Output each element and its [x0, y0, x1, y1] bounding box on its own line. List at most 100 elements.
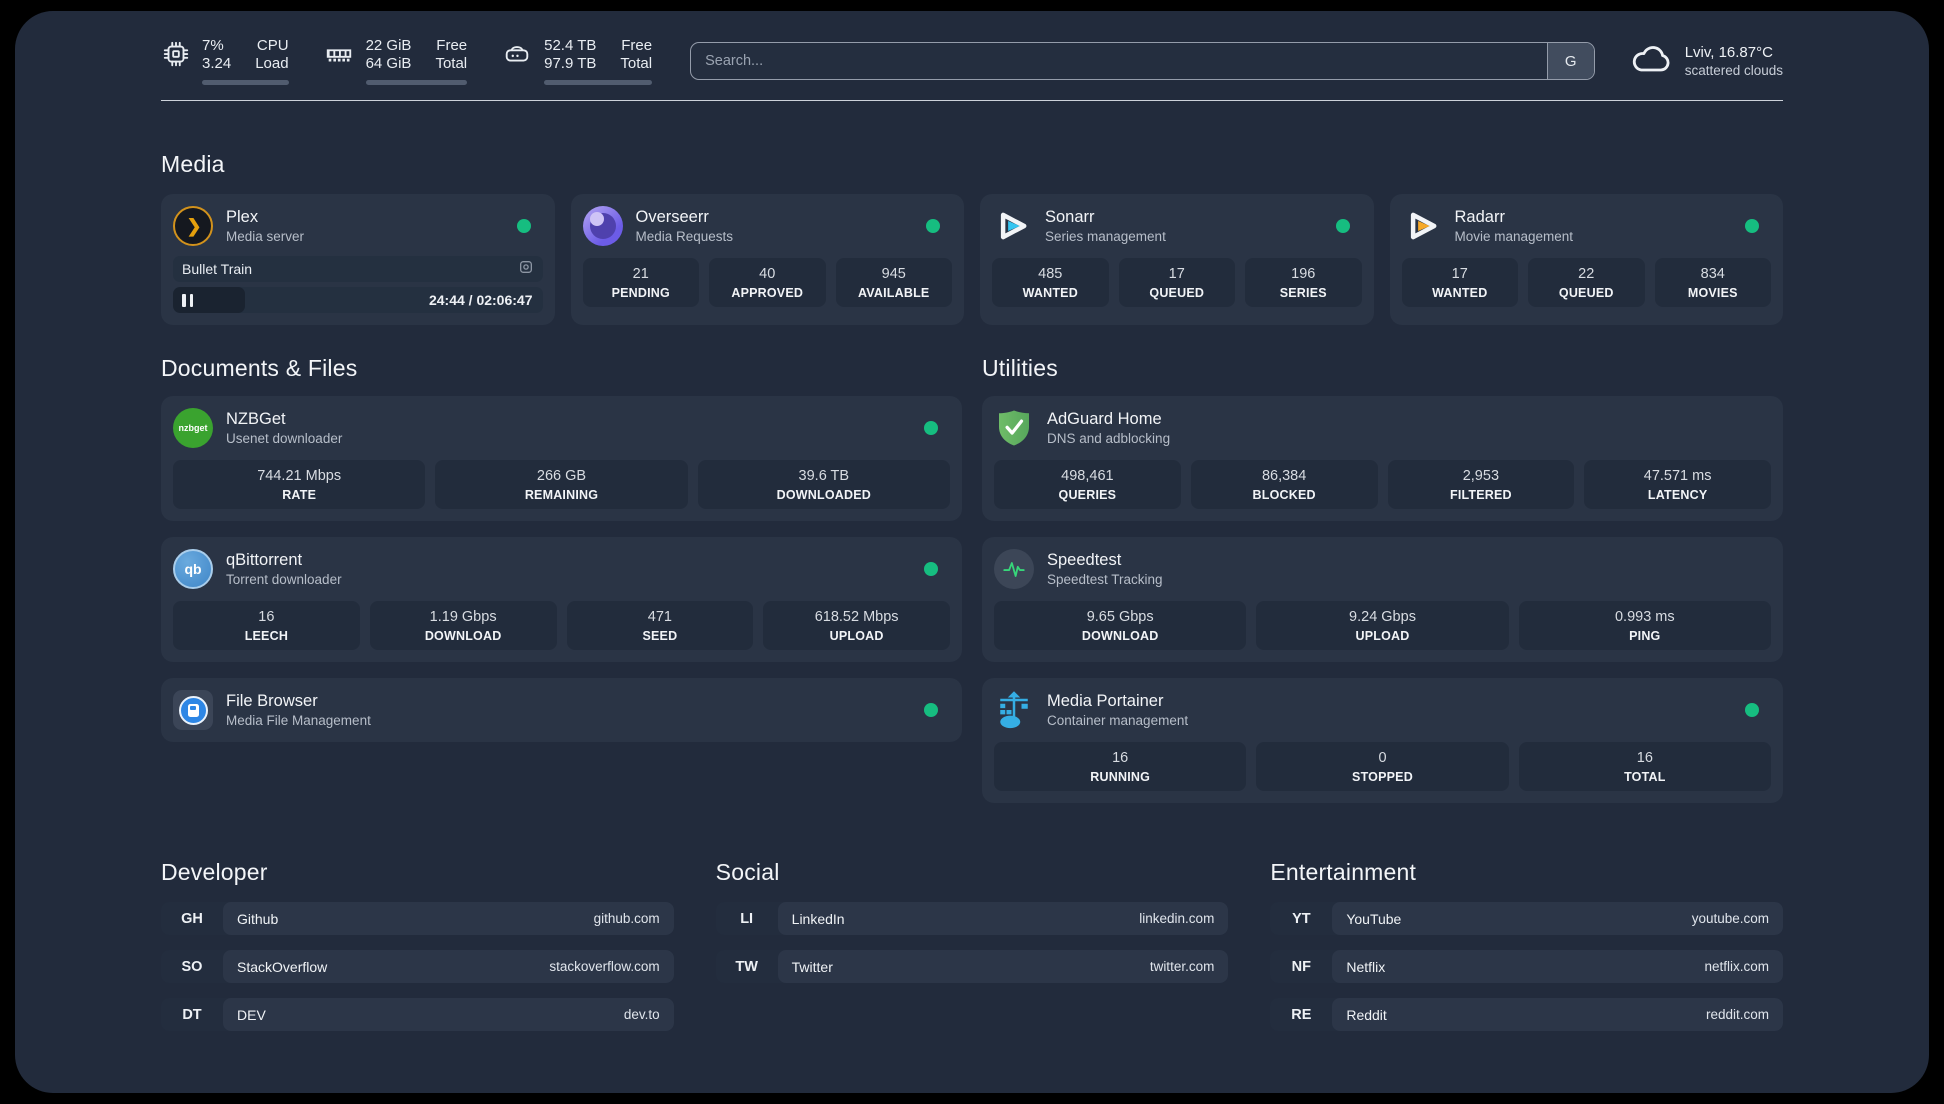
search-engine-badge[interactable]: G: [1546, 43, 1594, 79]
stat-label: SERIES: [1279, 286, 1327, 300]
radarr-subtitle: Movie management: [1454, 229, 1574, 244]
plex-progress-bar[interactable]: 24:44 / 02:06:47: [173, 287, 543, 313]
stat-label: WANTED: [1022, 286, 1078, 300]
stat-label: QUERIES: [1058, 488, 1117, 502]
radarr-card[interactable]: Radarr Movie management 17 WANTED 22 QUE…: [1389, 194, 1783, 325]
qbittorrent-name: qBittorrent: [226, 551, 303, 569]
stat-label: TOTAL: [1624, 770, 1666, 784]
nzbget-card[interactable]: nzbget NZBGet Usenet downloader 744.21 M…: [161, 396, 962, 521]
bookmark-github[interactable]: GH Github github.com: [161, 902, 674, 935]
stat-box: 16 LEECH: [173, 601, 360, 650]
qbittorrent-subtitle: Torrent downloader: [226, 572, 342, 587]
plex-card[interactable]: ❯ Plex Media server Bullet Train 24:44 /…: [161, 194, 555, 325]
plex-status-dot: [516, 219, 531, 233]
qbittorrent-header: qb qBittorrent Torrent downloader: [173, 549, 950, 589]
radarr-status-dot: [1745, 219, 1759, 233]
utilities-column: Utilities AdGuard Home DNS and adblockin…: [982, 355, 1783, 803]
bookmark-abbr: DT: [182, 1006, 202, 1023]
speedtest-card[interactable]: Speedtest Speedtest Tracking 9.65 Gbps D…: [982, 537, 1783, 662]
bookmark-url: dev.to: [623, 1007, 660, 1022]
entertainment-heading: Entertainment: [1270, 859, 1417, 885]
bookmark-name: YouTube: [1346, 910, 1402, 927]
stat-box: 21 PENDING: [582, 258, 699, 307]
speedtest-subtitle: Speedtest Tracking: [1047, 572, 1163, 587]
radarr-stats: 17 WANTED 22 QUEUED 834 MOVIES: [1401, 258, 1771, 307]
stat-label: BLOCKED: [1252, 488, 1316, 502]
stat-value: 39.6 TB: [798, 468, 850, 484]
stat-label: SEED: [642, 629, 678, 643]
radarr-header: Radarr Movie management: [1402, 206, 1772, 246]
bookmark-youtube[interactable]: YT YouTube youtube.com: [1270, 902, 1783, 935]
stat-box: 39.6 TB DOWNLOADED: [697, 460, 950, 509]
bookmark-dev[interactable]: DT DEV dev.to: [161, 998, 674, 1031]
cpu-label: CPU: [256, 37, 289, 54]
filebrowser-icon: [173, 690, 213, 730]
overseerr-card[interactable]: Overseerr Media Requests 21 PENDING 40 A…: [570, 194, 964, 325]
search-bar[interactable]: G: [690, 42, 1595, 80]
stat-label: REMAINING: [524, 488, 599, 502]
bookmark-name: Reddit: [1346, 1006, 1387, 1023]
search-input[interactable]: [691, 43, 1547, 79]
cpu-load-value: 3.24: [202, 55, 232, 72]
bookmark-netflix[interactable]: NF Netflix netflix.com: [1270, 950, 1783, 983]
bookmark-abbr: SO: [181, 958, 203, 975]
sonarr-stats: 485 WANTED 17 QUEUED 196 SERIES: [992, 258, 1362, 307]
memory-progress-bar: [365, 80, 468, 85]
stat-value: 47.571 ms: [1643, 468, 1712, 484]
bookmark-url: github.com: [593, 911, 660, 926]
stat-value: 485: [1038, 266, 1063, 282]
stat-box: 471 SEED: [566, 601, 754, 650]
stat-label: AVAILABLE: [858, 286, 930, 300]
bookmark-stackoverflow[interactable]: SO StackOverflow stackoverflow.com: [161, 950, 674, 983]
bookmark-abbr: NF: [1291, 958, 1311, 975]
bookmark-reddit[interactable]: RE Reddit reddit.com: [1270, 998, 1783, 1031]
disk-progress-bar: [544, 80, 653, 85]
radarr-name: Radarr: [1454, 208, 1505, 226]
weather-widget: Lviv, 16.87°C scattered clouds: [1629, 43, 1783, 80]
ram-icon: [323, 39, 355, 74]
memory-total-value: 64 GiB: [365, 55, 412, 72]
pause-button[interactable]: [182, 293, 193, 307]
stat-label: RATE: [282, 488, 317, 502]
stat-box: 86,384 BLOCKED: [1190, 460, 1378, 509]
bookmark-twitter[interactable]: TW Twitter twitter.com: [715, 950, 1229, 983]
nzbget-header: nzbget NZBGet Usenet downloader: [173, 408, 950, 448]
stat-box: 834 MOVIES: [1654, 258, 1771, 307]
qbittorrent-card[interactable]: qb qBittorrent Torrent downloader 16 LEE…: [161, 537, 962, 662]
plex-now-playing-title: Bullet Train: [182, 261, 253, 277]
sonarr-subtitle: Series management: [1045, 229, 1166, 244]
cast-icon[interactable]: [518, 259, 534, 280]
stat-box: 17 QUEUED: [1118, 258, 1235, 307]
adguard-header: AdGuard Home DNS and adblocking: [994, 408, 1771, 448]
overseerr-icon: [582, 206, 623, 246]
filebrowser-card[interactable]: File Browser Media File Management: [161, 678, 962, 742]
stat-label: QUEUED: [1149, 286, 1205, 300]
stat-value: 86,384: [1261, 468, 1307, 484]
sonarr-card[interactable]: Sonarr Series management 485 WANTED 17 Q…: [980, 194, 1374, 325]
bookmarks-section: Developer GH Github github.com SO StackOv…: [161, 859, 1783, 1046]
portainer-crane-icon: [994, 690, 1034, 730]
qbittorrent-stats: 16 LEECH 1.19 Gbps DOWNLOAD 471 SEED 618…: [173, 601, 950, 650]
bookmark-url: reddit.com: [1705, 1007, 1769, 1022]
bookmark-linkedin[interactable]: LI LinkedIn linkedin.com: [715, 902, 1229, 935]
stat-value: 9.65 Gbps: [1086, 609, 1154, 625]
stat-value: 21: [632, 266, 649, 282]
plex-chevron-icon: ❯: [186, 215, 202, 236]
bookmark-group-entertainment: Entertainment YT YouTube youtube.com NF N…: [1270, 859, 1783, 1046]
filebrowser-subtitle: Media File Management: [226, 713, 371, 728]
weather-location-temp: Lviv, 16.87°C: [1684, 44, 1773, 61]
stat-value: 471: [647, 609, 672, 625]
stat-label: DOWNLOADED: [776, 488, 871, 502]
adguard-card[interactable]: AdGuard Home DNS and adblocking 498,461 …: [982, 396, 1783, 521]
bookmark-abbr: LI: [740, 910, 754, 927]
stat-label: STOPPED: [1352, 770, 1413, 784]
portainer-card[interactable]: Media Portainer Container management 16 …: [982, 678, 1783, 803]
stat-box: 266 GB REMAINING: [435, 460, 688, 509]
bookmark-url: twitter.com: [1149, 959, 1215, 974]
portainer-stats: 16 RUNNING 0 STOPPED 16 TOTAL: [994, 742, 1771, 791]
stat-box: 22 QUEUED: [1528, 258, 1645, 307]
stat-box: 1.19 Gbps DOWNLOAD: [369, 601, 557, 650]
stat-label: APPROVED: [731, 286, 804, 300]
stat-label: QUEUED: [1558, 286, 1614, 300]
stat-box: 744.21 Mbps RATE: [173, 460, 426, 509]
